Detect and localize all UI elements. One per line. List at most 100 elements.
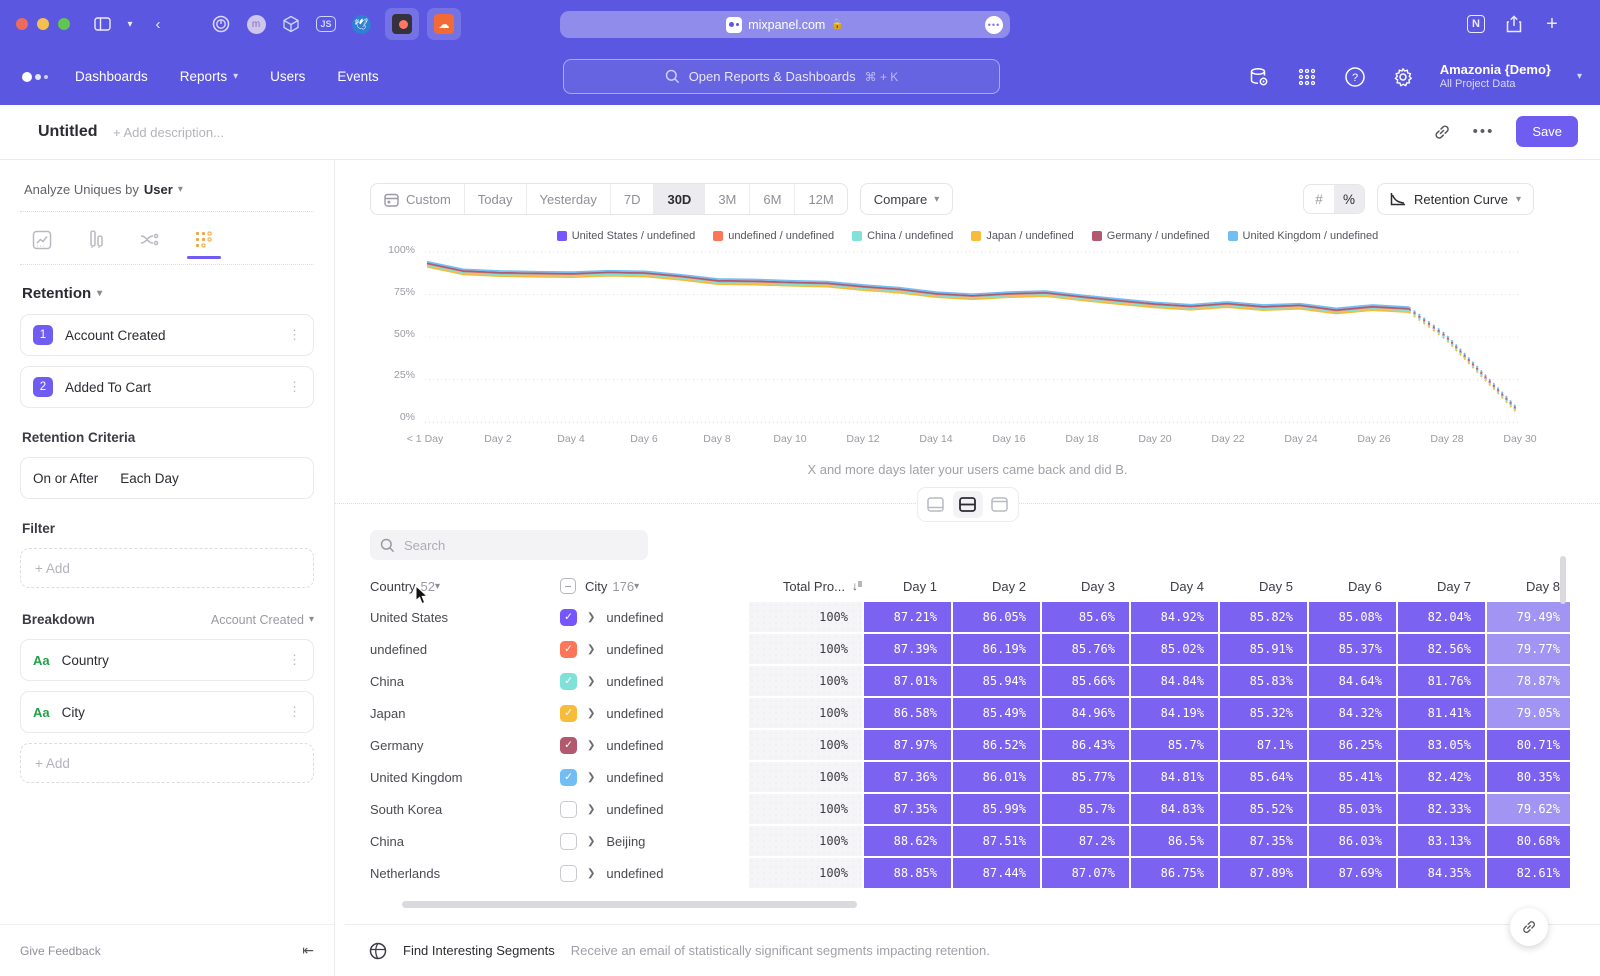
retention-value-cell[interactable]: 84.81% (1131, 762, 1218, 792)
onepassword-icon[interactable] (207, 10, 235, 38)
retention-value-cell[interactable]: 85.91% (1220, 634, 1307, 664)
address-bar[interactable]: mixpanel.com 🔒 ••• (560, 11, 1010, 38)
retention-step-card[interactable]: 2Added To Cart⋮ (20, 366, 314, 408)
legend-item[interactable]: United Kingdom / undefined (1228, 230, 1379, 242)
retention-value-cell[interactable]: 88.62% (864, 826, 951, 856)
step-event-label[interactable]: Added To Cart (65, 380, 151, 395)
table-view-button[interactable] (985, 491, 1015, 518)
compare-button[interactable]: Compare▾ (860, 183, 954, 215)
retention-value-cell[interactable]: 86.52% (953, 730, 1040, 760)
retention-value-cell[interactable]: 85.32% (1220, 698, 1307, 728)
settings-gear-icon[interactable] (1392, 66, 1414, 88)
step-menu-icon[interactable]: ⋮ (288, 327, 301, 343)
count-mode-button[interactable]: # (1304, 185, 1334, 213)
day-column-header[interactable]: Day 7 (1398, 572, 1485, 600)
more-options-icon[interactable]: ••• (1473, 123, 1495, 140)
retention-value-cell[interactable]: 86.58% (864, 698, 951, 728)
project-switcher[interactable]: Amazonia {Demo} All Project Data (1440, 62, 1551, 92)
legend-item[interactable]: China / undefined (852, 230, 953, 242)
copy-link-icon[interactable] (1433, 123, 1451, 141)
apps-grid-icon[interactable] (1296, 66, 1318, 88)
add-description[interactable]: + Add description... (113, 125, 224, 140)
row-checkbox-checked[interactable]: ✓ (560, 705, 577, 722)
range-12m[interactable]: 12M (794, 184, 846, 214)
retention-value-cell[interactable]: 82.33% (1398, 794, 1485, 824)
chart-view-button[interactable] (921, 491, 951, 518)
retention-value-cell[interactable]: 84.19% (1131, 698, 1218, 728)
range-3m[interactable]: 3M (704, 184, 749, 214)
retention-value-cell[interactable]: 84.92% (1131, 602, 1218, 632)
tab-flows[interactable] (130, 222, 170, 258)
retention-value-cell[interactable]: 86.01% (953, 762, 1040, 792)
row-checkbox-unchecked[interactable] (560, 865, 577, 882)
retention-value-cell[interactable]: 80.35% (1487, 762, 1570, 792)
retention-value-cell[interactable]: 85.66% (1042, 666, 1129, 696)
tab-funnels[interactable] (76, 222, 116, 258)
retention-value-cell[interactable]: 87.2% (1042, 826, 1129, 856)
row-country-cell[interactable]: United States (370, 602, 558, 632)
row-city-cell[interactable]: ✓❯undefined (560, 730, 747, 760)
retention-value-cell[interactable]: 82.42% (1398, 762, 1485, 792)
range-30d[interactable]: 30D (653, 184, 704, 214)
country-column-header[interactable]: Country52 ▾ (370, 572, 558, 600)
day-column-header[interactable]: Day 1 (864, 572, 951, 600)
retention-value-cell[interactable]: 85.99% (953, 794, 1040, 824)
row-city-cell[interactable]: ❯Beijing (560, 826, 747, 856)
retention-value-cell[interactable]: 87.39% (864, 634, 951, 664)
retention-step-card[interactable]: 1Account Created⋮ (20, 314, 314, 356)
legend-item[interactable]: United States / undefined (557, 230, 696, 242)
mixpanel-logo[interactable] (22, 72, 48, 82)
patreon-icon[interactable] (385, 8, 419, 40)
retention-value-cell[interactable]: 85.03% (1309, 794, 1396, 824)
chart-type-button[interactable]: Retention Curve▾ (1377, 183, 1534, 215)
retention-value-cell[interactable]: 85.41% (1309, 762, 1396, 792)
retention-value-cell[interactable]: 85.83% (1220, 666, 1307, 696)
row-city-cell[interactable]: ✓❯undefined (560, 666, 747, 696)
city-column-header[interactable]: –City176 ▾ (560, 572, 747, 600)
zoom-window-button[interactable] (58, 18, 70, 30)
expand-row-icon[interactable]: ❯ (587, 740, 595, 751)
criteria-on-or-after[interactable]: On or After (33, 471, 98, 486)
row-city-cell[interactable]: ❯undefined (560, 794, 747, 824)
expand-row-icon[interactable]: ❯ (587, 708, 595, 719)
report-title[interactable]: Untitled (38, 123, 98, 141)
retention-value-cell[interactable]: 84.83% (1131, 794, 1218, 824)
retention-value-cell[interactable]: 79.62% (1487, 794, 1570, 824)
soundcloud-icon[interactable]: ☁ (427, 8, 461, 40)
share-report-button[interactable] (1510, 908, 1548, 946)
retention-value-cell[interactable]: 86.19% (953, 634, 1040, 664)
breakdown-property-label[interactable]: City (62, 705, 85, 720)
breakdown-card[interactable]: AaCity⋮ (20, 691, 314, 733)
horizontal-scrollbar[interactable] (402, 901, 857, 908)
retention-section-title[interactable]: Retention (22, 285, 91, 302)
step-event-label[interactable]: Account Created (65, 328, 166, 343)
back-icon[interactable]: ‹ (144, 10, 172, 38)
row-city-cell[interactable]: ❯undefined (560, 858, 747, 888)
breakdown-scope[interactable]: Account Created▾ (211, 613, 314, 627)
global-search[interactable]: Open Reports & Dashboards ⌘ + K (563, 59, 1000, 94)
nav-item-dashboards[interactable]: Dashboards (75, 69, 148, 84)
row-checkbox-unchecked[interactable] (560, 833, 577, 850)
retention-value-cell[interactable]: 85.08% (1309, 602, 1396, 632)
split-view-button[interactable] (953, 491, 983, 518)
retention-value-cell[interactable]: 85.52% (1220, 794, 1307, 824)
row-city-cell[interactable]: ✓❯undefined (560, 634, 747, 664)
row-country-cell[interactable]: China (370, 666, 558, 696)
table-search-input[interactable]: Search (370, 530, 648, 560)
retention-value-cell[interactable]: 87.69% (1309, 858, 1396, 888)
retention-value-cell[interactable]: 85.02% (1131, 634, 1218, 664)
retention-value-cell[interactable]: 87.97% (864, 730, 951, 760)
retention-value-cell[interactable]: 87.01% (864, 666, 951, 696)
day-column-header[interactable]: Day 3 (1042, 572, 1129, 600)
range-yesterday[interactable]: Yesterday (526, 184, 610, 214)
legend-item[interactable]: undefined / undefined (713, 230, 834, 242)
retention-value-cell[interactable]: 86.43% (1042, 730, 1129, 760)
retention-value-cell[interactable]: 78.87% (1487, 666, 1570, 696)
give-feedback-link[interactable]: Give Feedback (20, 944, 101, 958)
retention-value-cell[interactable]: 85.64% (1220, 762, 1307, 792)
criteria-each-day[interactable]: Each Day (120, 471, 179, 486)
retention-value-cell[interactable]: 84.32% (1309, 698, 1396, 728)
notion-icon[interactable]: N (1462, 10, 1490, 38)
filter-add-button[interactable]: + Add (20, 548, 314, 588)
range-today[interactable]: Today (464, 184, 526, 214)
